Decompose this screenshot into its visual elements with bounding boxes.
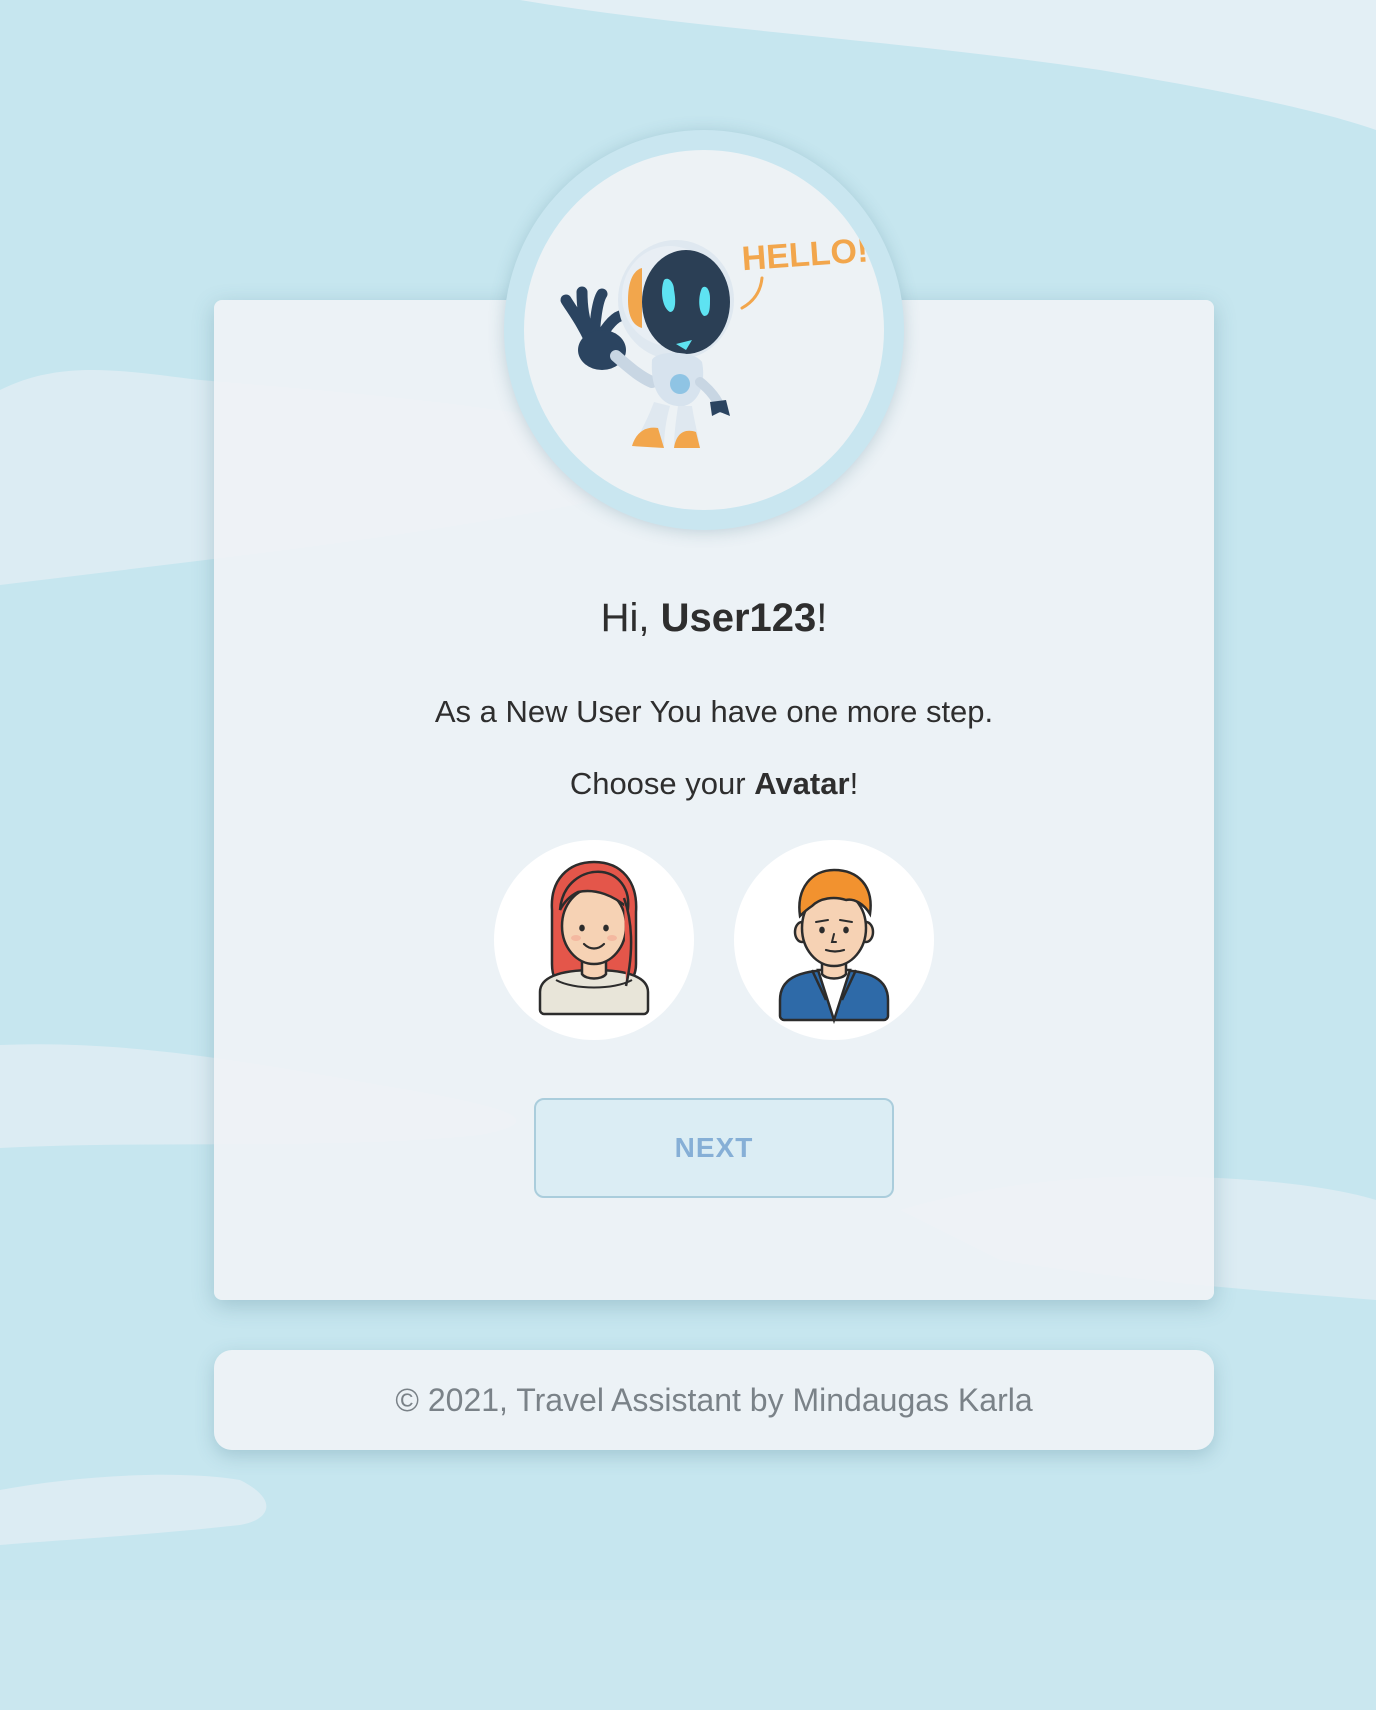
robot-badge: HELLO!	[504, 130, 904, 530]
female-avatar-icon	[538, 860, 650, 1016]
footer: © 2021, Travel Assistant by Mindaugas Ka…	[214, 1350, 1214, 1450]
hello-speech-text: HELLO!	[741, 231, 870, 278]
username: User123	[660, 596, 817, 640]
male-avatar-icon	[778, 868, 890, 1025]
step-message: As a New User You have one more step.	[434, 694, 994, 729]
choose-avatar-prompt: Choose your Avatar!	[214, 766, 1214, 802]
greeting-suffix: !	[816, 596, 828, 640]
female-avatar-option[interactable]	[494, 840, 694, 1040]
male-avatar-option[interactable]	[734, 840, 934, 1040]
greeting-heading: Hi, User123!	[214, 596, 1214, 641]
choose-suffix: !	[849, 766, 859, 801]
footer-copyright: © 2021, Travel Assistant by Mindaugas Ka…	[395, 1381, 1033, 1418]
next-button[interactable]: NEXT	[534, 1098, 894, 1198]
choose-prefix: Choose your	[569, 766, 755, 801]
robot-illustration: HELLO!	[524, 150, 884, 510]
greeting-prefix: Hi,	[600, 596, 661, 640]
choose-bold: Avatar	[754, 766, 850, 801]
